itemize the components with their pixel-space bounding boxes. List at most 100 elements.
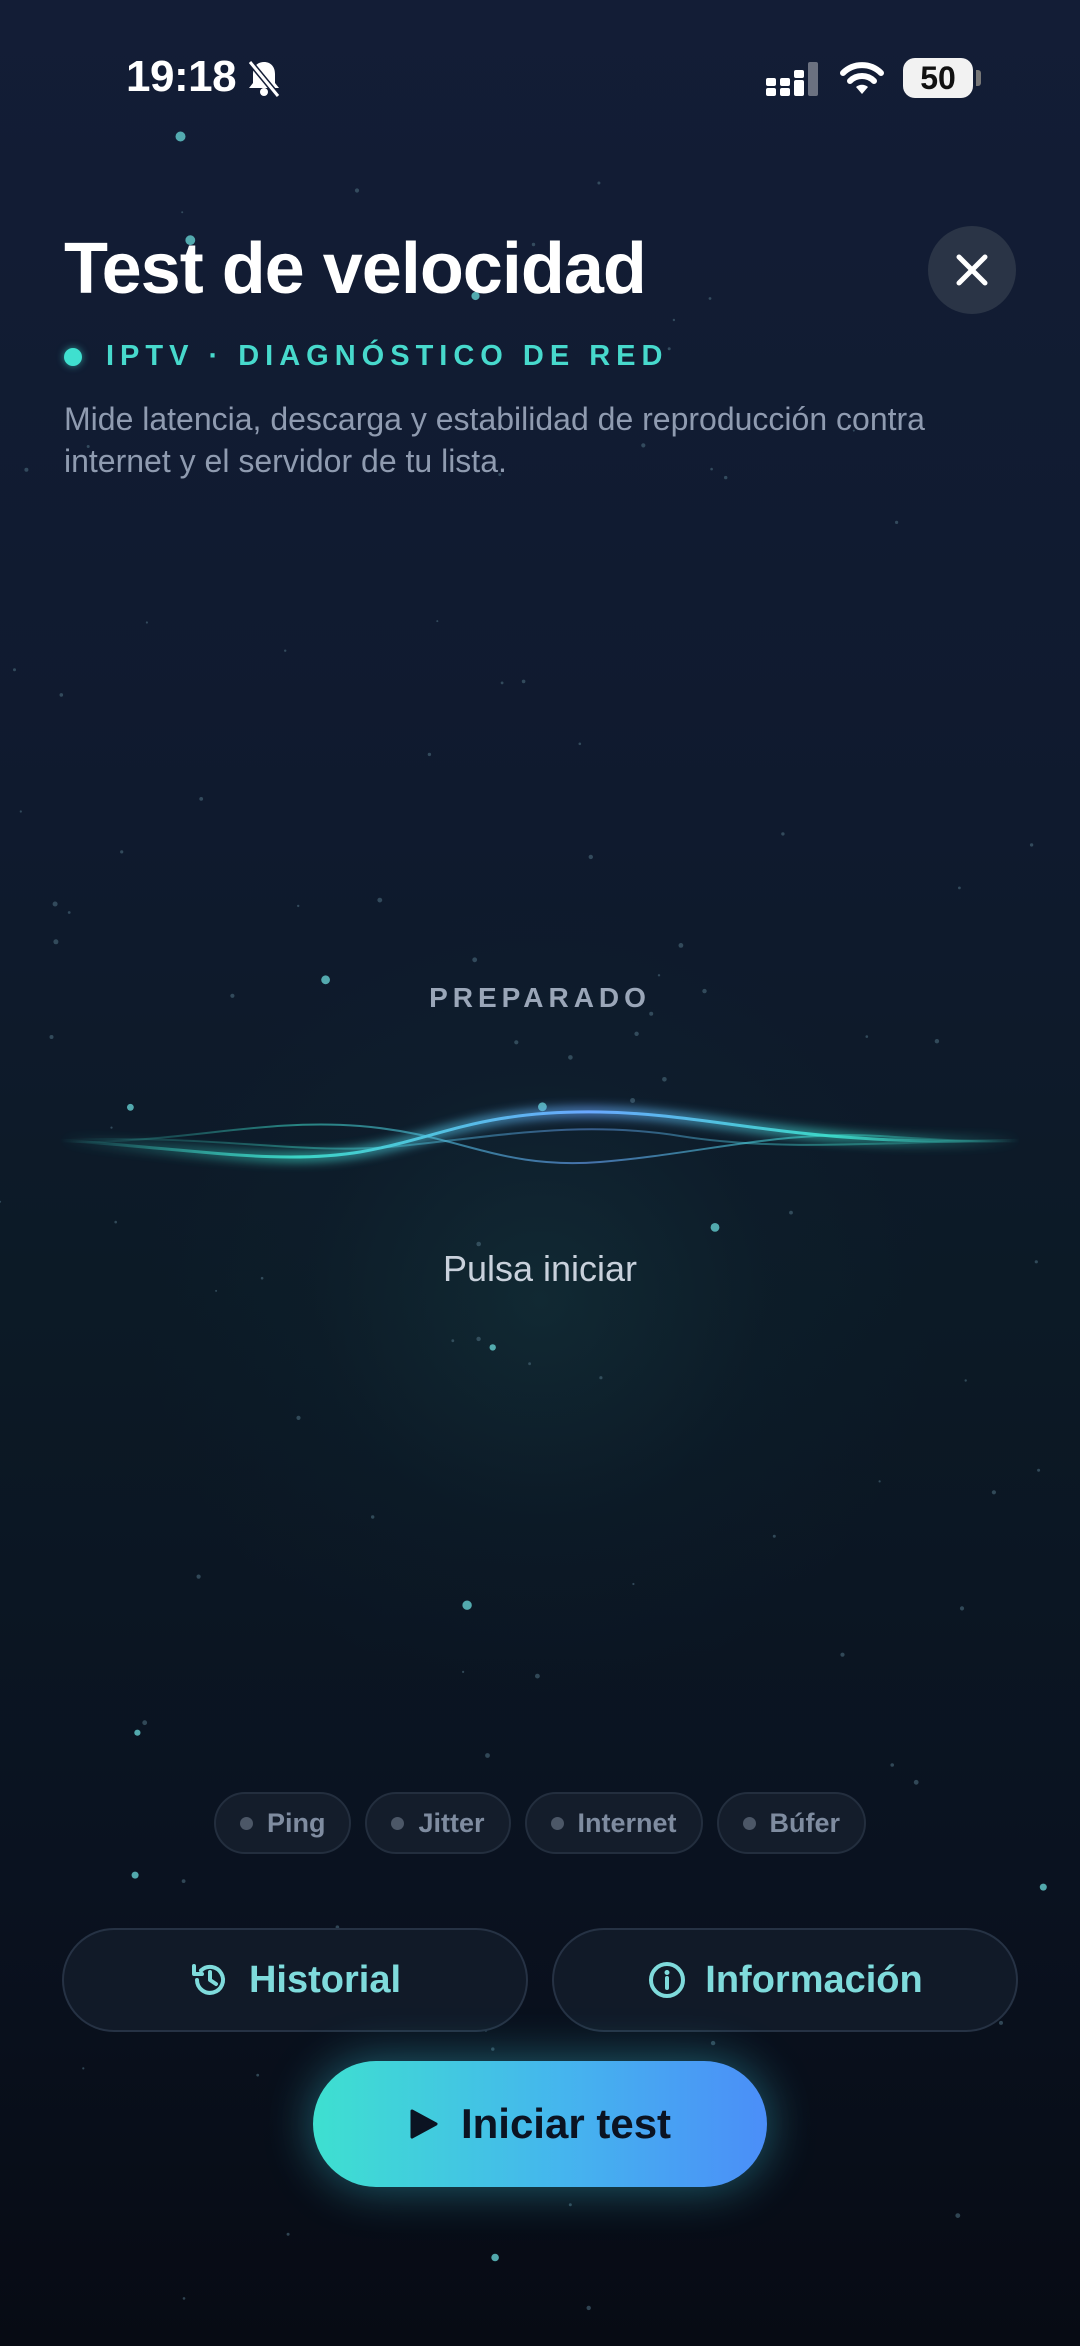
star [1039,1883,1047,1891]
page-subtitle: Mide latencia, descarga y estabilidad de… [64,401,925,479]
star [500,681,504,685]
info-button[interactable]: Información [552,1928,1018,2032]
close-button[interactable] [928,226,1016,314]
star [59,693,64,697]
history-icon [191,1964,225,1995]
metric-chip-jitter: Jitter [365,1792,511,1854]
wifi-icon [838,58,886,103]
star [284,649,287,652]
history-button-label: Historial [248,1958,402,2001]
status-dot [64,347,82,366]
star [182,2297,186,2300]
star [632,1582,635,1586]
chip-label: Búfer [769,1807,841,1838]
star [120,850,124,854]
star [708,297,712,300]
test-state-label: PREPARADO [429,982,651,1013]
star [296,1415,301,1420]
star [991,1490,997,1495]
metric-chip-ping: Ping [213,1792,352,1854]
metric-chip-bufer: Búfer [716,1792,867,1854]
chip-dot [391,1816,405,1830]
instruction-text: Pulsa iniciar [442,1248,638,1289]
star [181,211,184,214]
waveform-visualizer [60,1106,1020,1165]
star [472,957,478,963]
star [297,904,300,908]
star [578,742,582,746]
status-bar: 19:18 50 [0,0,1080,150]
star [476,1241,482,1247]
star [451,1339,455,1343]
star [199,797,204,801]
star [672,318,676,322]
star [134,1729,141,1736]
star [781,832,785,836]
star [1029,843,1034,847]
start-test-label: Iniciar test [460,2100,672,2147]
star [521,679,526,684]
star [49,1035,54,1039]
star [890,1763,894,1767]
star [710,2040,716,2046]
star [19,810,22,813]
star [145,621,148,624]
star [514,1040,519,1045]
star [13,668,16,672]
star [913,1779,919,1785]
cellular-signal-icon [766,62,822,101]
star [215,1289,218,1292]
star [491,2047,495,2051]
star [436,620,439,623]
star [710,1223,720,1232]
star [657,974,661,977]
metric-chip-internet: Internet [524,1792,703,1854]
star [772,1534,776,1538]
star [462,1670,465,1673]
star [878,1480,881,1483]
play-icon [410,2109,438,2139]
battery-cap [976,70,981,86]
star [599,1376,603,1380]
start-test-button[interactable]: Iniciar test [313,2061,767,2187]
star [462,1600,472,1610]
chip-dot [550,1816,564,1830]
star [114,1220,117,1224]
star [1037,1468,1041,1472]
star [82,2067,85,2070]
star [52,901,58,907]
star [181,1879,186,1883]
star [0,1200,2,1203]
chip-dot [742,1816,756,1830]
chip-label: Internet [577,1807,677,1838]
star [196,1574,201,1579]
star [485,1753,490,1758]
star [955,2213,961,2219]
star [491,2253,499,2262]
metrics-chips: Ping Jitter Internet Búfer [0,1792,1080,1854]
star [377,897,383,903]
chip-label: Ping [266,1807,326,1838]
star [964,1379,967,1382]
battery-icon: 50 [903,58,973,98]
star [958,886,961,890]
status-time: 19:18 [126,52,237,101]
star [678,943,684,948]
section-tag: IPTV · DIAGNÓSTICO DE RED [106,340,669,372]
page-title: Test de velocidad [64,229,647,309]
history-button[interactable]: Historial [62,1928,528,2032]
bell-slash-icon [246,58,282,103]
chip-label: Jitter [418,1807,485,1838]
star [865,1035,869,1038]
star [427,752,432,757]
tag-row: IPTV · DIAGNÓSTICO DE RED [64,340,668,373]
star [354,188,360,193]
star [840,1652,845,1657]
close-icon [956,254,988,286]
star [286,2232,290,2236]
star [634,1031,639,1037]
star [142,1720,148,1726]
star [568,1055,573,1060]
star [597,181,601,185]
star [131,1871,139,1879]
